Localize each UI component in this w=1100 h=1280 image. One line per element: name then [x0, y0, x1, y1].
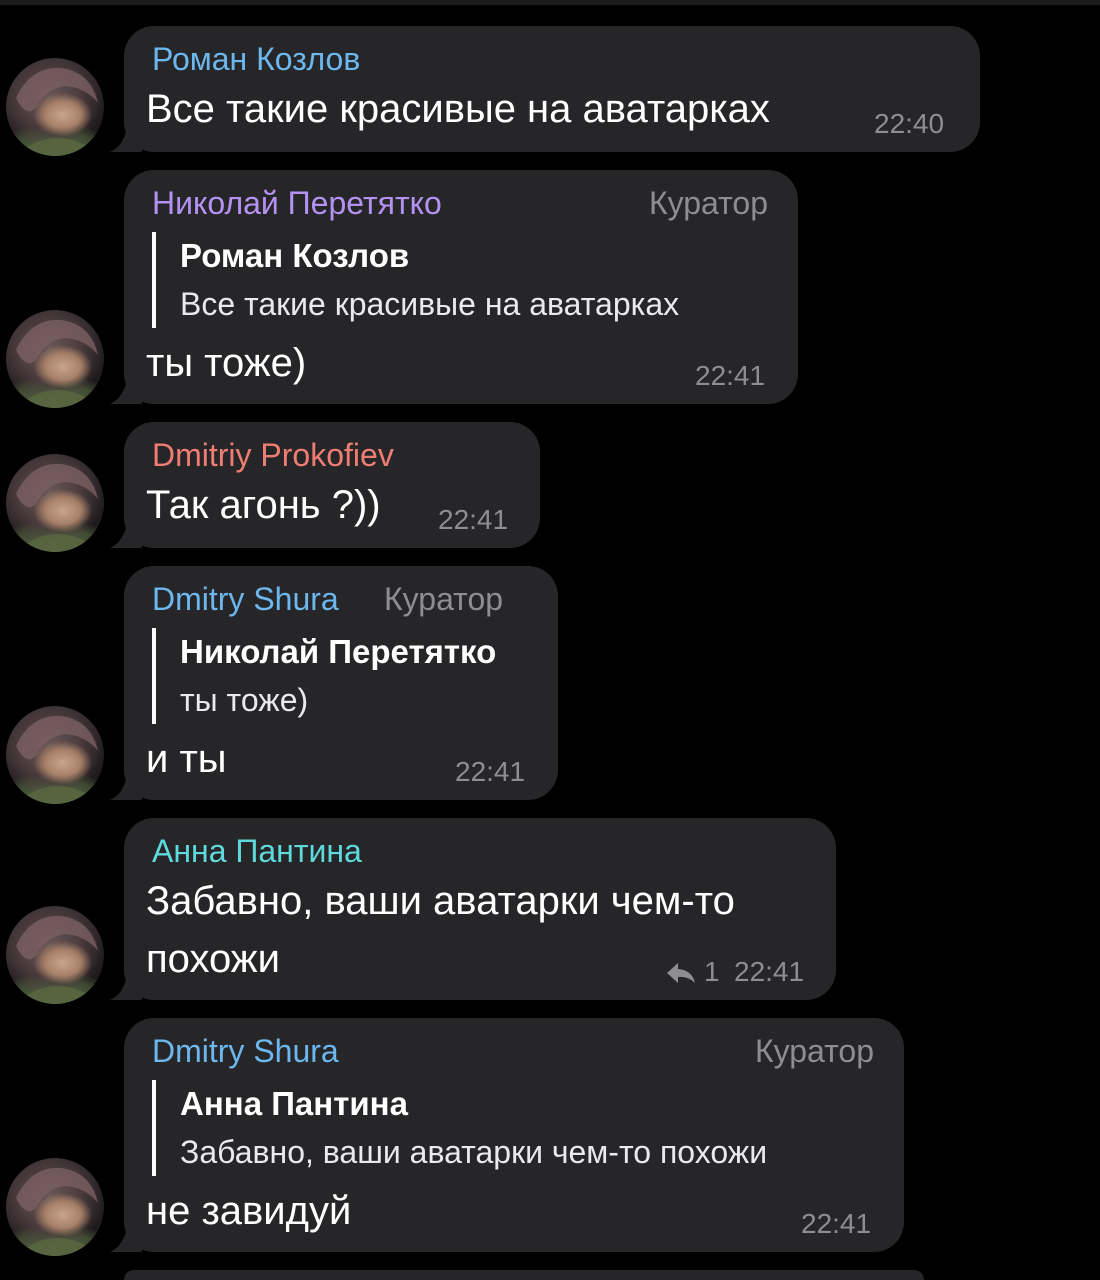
reply-quote[interactable]: Анна Пантина Забавно, ваши аватарки чем-…: [152, 1080, 767, 1176]
reply-quote[interactable]: Николай Перетятко ты тоже): [152, 628, 496, 724]
message-bubble[interactable]: Dmitriy Prokofiev Так агонь ?)) 22:41: [124, 422, 540, 548]
message-text: ты тоже): [146, 341, 307, 385]
top-divider: [0, 0, 1100, 5]
timestamp: 22:41: [734, 956, 805, 987]
reply-count: 1: [704, 956, 720, 987]
message-bubble[interactable]: Роман Козлов Все такие красивые на авата…: [124, 26, 980, 152]
quote-text: Все такие красивые на аватарках: [180, 286, 680, 322]
quote-text: ты тоже): [180, 682, 309, 718]
sender-name[interactable]: Николай Перетятко: [152, 184, 442, 222]
message-bubble[interactable]: Анна Пантина Забавно, ваши аватарки чем-…: [124, 818, 836, 1000]
timestamp: 22:41: [695, 360, 766, 391]
timestamp: 22:41: [455, 756, 526, 787]
role-badge: Куратор: [754, 1033, 874, 1069]
sender-name[interactable]: Dmitriy Prokofiev: [152, 436, 394, 474]
avatar[interactable]: [6, 58, 104, 156]
sender-name[interactable]: Анна Пантина: [152, 832, 362, 870]
message-text: и ты: [146, 737, 227, 781]
role-badge: Куратор: [648, 185, 768, 221]
quote-sender: Роман Козлов: [180, 237, 410, 274]
sender-name[interactable]: Роман Козлов: [152, 40, 360, 78]
avatar[interactable]: [6, 906, 104, 1004]
message-bubble[interactable]: Dmitry Shura Куратор Николай Перетятко т…: [124, 566, 558, 800]
timestamp: 22:41: [438, 504, 509, 535]
sender-name[interactable]: Dmitry Shura: [152, 580, 339, 618]
timestamp: 22:40: [874, 108, 945, 139]
avatar[interactable]: [6, 1158, 104, 1256]
reply-counter[interactable]: 1: [666, 956, 720, 992]
message-text-line-1: Забавно, ваши аватарки чем-то: [146, 879, 735, 923]
quote-sender: Анна Пантина: [180, 1085, 408, 1122]
message-text: не завидуй: [146, 1189, 352, 1233]
sender-name[interactable]: Dmitry Shura: [152, 1032, 339, 1070]
avatar[interactable]: [6, 310, 104, 408]
message-bubble[interactable]: Николай Перетятко Куратор Роман Козлов В…: [124, 170, 798, 404]
role-badge: Куратор: [384, 581, 504, 617]
message-text: Так агонь ?)): [146, 483, 381, 527]
avatar[interactable]: [6, 706, 104, 804]
message-text-line-2: похожи: [146, 937, 280, 981]
next-message-bubble-partial[interactable]: [124, 1270, 924, 1280]
avatar[interactable]: [6, 454, 104, 552]
message-bubble[interactable]: Dmitry Shura Куратор Анна Пантина Забавн…: [124, 1018, 904, 1252]
timestamp: 22:41: [801, 1208, 872, 1239]
reply-arrow-icon: [666, 960, 696, 992]
quote-sender: Николай Перетятко: [180, 633, 497, 670]
message-text: Все такие красивые на аватарках: [146, 87, 770, 131]
reply-quote[interactable]: Роман Козлов Все такие красивые на авата…: [152, 232, 679, 328]
quote-text: Забавно, ваши аватарки чем-то похожи: [180, 1134, 768, 1170]
